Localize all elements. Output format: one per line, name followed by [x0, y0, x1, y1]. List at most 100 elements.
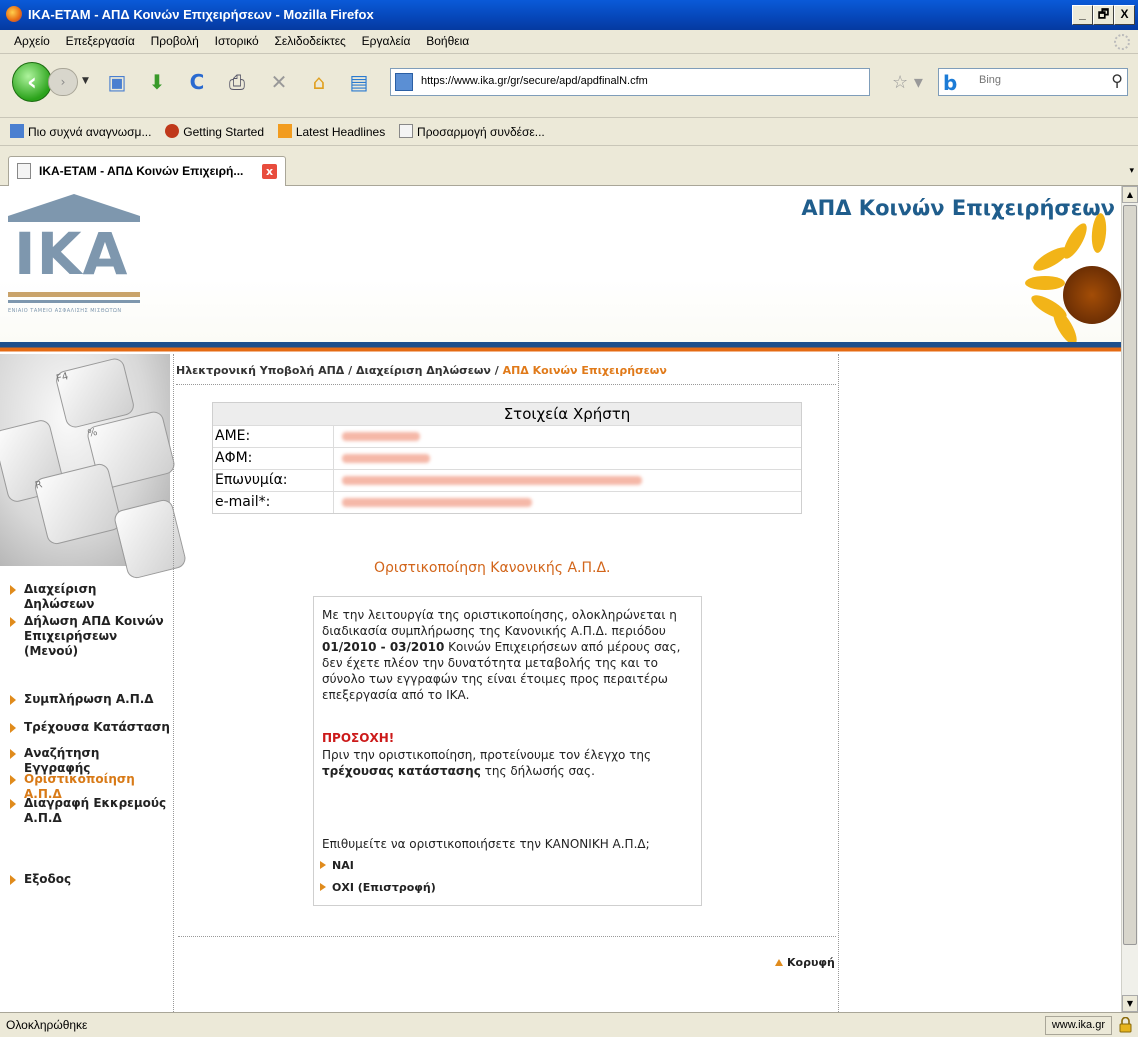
- status-text: Ολοκληρώθηκε: [6, 1018, 88, 1032]
- logo-caption: ΕΝΙΑΙΟ ΤΑΜΕΙΟ ΑΣΦΑΛΙΣΗΣ ΜΙΣΘΩΤΩΝ: [8, 308, 122, 314]
- keyboard-image: F4 % $ R: [0, 354, 188, 581]
- finalize-description: Με την λειτουργία της οριστικοποίησης, ο…: [322, 607, 700, 703]
- forward-button[interactable]: ›: [48, 68, 78, 96]
- search-engine-icon[interactable]: b: [943, 71, 957, 95]
- menu-file[interactable]: Αρχείο: [8, 30, 56, 48]
- url-text[interactable]: https://www.ika.gr/gr/secure/apd/apdfina…: [421, 75, 648, 87]
- tab-strip: ΙΚΑ-ΕΤΑΜ - ΑΠΔ Κοινών Επιχειρή... x ▾: [0, 146, 1138, 186]
- rss-folder-icon: [10, 124, 24, 138]
- sidebar-item-fill-apd[interactable]: Συμπλήρωση Α.Π.Δ: [10, 692, 170, 707]
- lock-icon[interactable]: [1119, 1017, 1132, 1033]
- confirm-yes-link[interactable]: ΝΑΙ: [320, 859, 354, 872]
- sidebar-item-label: Τρέχουσα Κατάσταση: [24, 720, 170, 734]
- user-info-row: e-mail*:: [213, 491, 801, 513]
- description-text: Με την λειτουργία της οριστικοποίησης, ο…: [322, 608, 677, 638]
- sidebar-item-manage-declarations[interactable]: Διαχείριση Δηλώσεων: [10, 582, 170, 612]
- user-info-row: Επωνυμία:: [213, 469, 801, 491]
- breadcrumb-separator: /: [490, 364, 503, 377]
- tab-close-icon[interactable]: x: [262, 164, 277, 179]
- sidebar: F4 % $ R Διαχείριση Δηλώσεων Δήλωση ΑΠΔ …: [0, 354, 188, 1012]
- finalize-title: Οριστικοποίηση Κανονικής Α.Π.Δ.: [374, 560, 611, 576]
- bookmark-star-icon[interactable]: ☆ ▾: [892, 72, 923, 93]
- logo-text: ΙΚΑ: [14, 220, 129, 288]
- sidebar-item-logout[interactable]: Εξοδος: [10, 872, 170, 887]
- bookmark-customize-links[interactable]: Προσαρμογή συνδέσε...: [399, 124, 545, 139]
- menu-view[interactable]: Προβολή: [145, 30, 205, 48]
- bullet-icon: [10, 775, 16, 785]
- field-label-ame: ΑΜΕ:: [215, 428, 251, 444]
- redacted-value: [342, 476, 642, 485]
- bookmark-most-visited[interactable]: Πιο συχνά αναγνωσμ...: [10, 124, 151, 139]
- forward-icon: ›: [60, 75, 66, 89]
- firefox-icon: [6, 6, 22, 22]
- field-value-ame: [333, 426, 801, 447]
- breadcrumb-separator: /: [344, 364, 357, 377]
- arrow-up-icon: [775, 959, 783, 966]
- user-info-row: ΑΜΕ:: [213, 425, 801, 447]
- minimize-button[interactable]: _: [1072, 5, 1093, 25]
- history-dropdown-icon[interactable]: ▼: [82, 76, 89, 86]
- confirm-no-link[interactable]: ΟΧΙ (Επιστροφή): [320, 881, 436, 894]
- stop-icon[interactable]: ✕: [266, 69, 292, 95]
- search-input[interactable]: [979, 74, 1089, 86]
- search-icon[interactable]: ⚲: [1111, 71, 1123, 90]
- site-identity-icon[interactable]: [395, 73, 413, 91]
- menu-tools[interactable]: Εργαλεία: [356, 30, 417, 48]
- navigation-toolbar: ‹ › ▼ ▣ ⬇ C ⎙ ✕ ⌂ ▤ https://www.ika.gr/g…: [0, 54, 1138, 118]
- close-button[interactable]: X: [1114, 5, 1135, 25]
- menu-edit[interactable]: Επεξεργασία: [60, 30, 141, 48]
- sidebar-item-label: Δήλωση ΑΠΔ Κοινών Επιχειρήσεων (Μενού): [24, 614, 164, 658]
- sidebar-item-current-status[interactable]: Τρέχουσα Κατάσταση: [10, 720, 170, 735]
- sidebar-item-apd-menu[interactable]: Δήλωση ΑΠΔ Κοινών Επιχειρήσεων (Μενού): [10, 614, 170, 659]
- confirm-no-label: ΟΧΙ (Επιστροφή): [332, 881, 436, 894]
- vertical-scrollbar[interactable]: ▲ ▼: [1121, 186, 1138, 1012]
- newtab-icon[interactable]: ▤: [346, 69, 372, 95]
- warning-title: ΠΡΟΣΟΧΗ!: [322, 731, 395, 745]
- sidebar-item-label: Εξοδος: [24, 872, 72, 886]
- window-titlebar: ΙΚΑ-ΕΤΑΜ - ΑΠΔ Κοινών Επιχειρήσεων - Moz…: [0, 0, 1138, 30]
- status-bar: Ολοκληρώθηκε www.ika.gr: [0, 1012, 1138, 1037]
- breadcrumb-link-manage[interactable]: Διαχείριση Δηλώσεων: [356, 364, 491, 377]
- home-icon[interactable]: ⌂: [306, 69, 332, 95]
- back-button[interactable]: ‹: [12, 62, 52, 102]
- breadcrumb-rule: [176, 384, 836, 385]
- scrollbar-thumb[interactable]: [1123, 205, 1137, 945]
- print-icon[interactable]: ⎙: [224, 69, 250, 95]
- address-bar[interactable]: https://www.ika.gr/gr/secure/apd/apdfina…: [390, 68, 870, 96]
- bookmark-getting-started[interactable]: Getting Started: [165, 124, 264, 139]
- warning-text-part: της δήλωσής σας.: [484, 764, 595, 778]
- status-domain[interactable]: www.ika.gr: [1044, 1016, 1112, 1035]
- bookmark-icon[interactable]: ▣: [104, 69, 130, 95]
- bullet-icon: [10, 875, 16, 885]
- scroll-down-icon[interactable]: ▼: [1122, 995, 1138, 1012]
- scroll-up-icon[interactable]: ▲: [1122, 186, 1138, 203]
- field-label-company: Επωνυμία:: [215, 472, 288, 488]
- redacted-value: [342, 454, 430, 463]
- ika-logo[interactable]: ΙΚΑ ΕΝΙΑΙΟ ΤΑΜΕΙΟ ΑΣΦΑΛΙΣΗΣ ΜΙΣΘΩΤΩΝ: [8, 194, 148, 334]
- search-bar[interactable]: b ⚲: [938, 68, 1128, 96]
- back-to-top-link[interactable]: Κορυφή: [775, 956, 835, 969]
- tab-ika[interactable]: ΙΚΑ-ΕΤΑΜ - ΑΠΔ Κοινών Επιχειρή... x: [8, 156, 286, 186]
- back-to-top-label: Κορυφή: [787, 956, 835, 969]
- menu-bookmarks[interactable]: Σελιδοδείκτες: [268, 30, 351, 48]
- logo-underbar: [8, 292, 140, 297]
- bullet-icon: [320, 861, 326, 869]
- menu-help[interactable]: Βοήθεια: [420, 30, 475, 48]
- bookmark-label: Προσαρμογή συνδέσε...: [417, 125, 545, 139]
- reload-icon[interactable]: C: [184, 69, 210, 95]
- breadcrumb-link-submission[interactable]: Ηλεκτρονική Υποβολή ΑΠΔ: [176, 364, 344, 377]
- tab-list-icon[interactable]: ▾: [1129, 166, 1134, 176]
- key-t: [112, 497, 188, 581]
- menu-bar: Αρχείο Επεξεργασία Προβολή Ιστορικό Σελι…: [0, 30, 1138, 54]
- sidebar-item-label: Διαγραφή Εκκρεμούς Α.Π.Δ: [24, 796, 167, 825]
- sidebar-item-delete-pending[interactable]: Διαγραφή Εκκρεμούς Α.Π.Δ: [10, 796, 170, 826]
- current-status-link[interactable]: τρέχουσας κατάστασης: [322, 764, 481, 778]
- back-icon: ‹: [27, 68, 37, 96]
- period-value: 01/2010 - 03/2010: [322, 640, 445, 654]
- field-value-email: [333, 492, 801, 513]
- menu-history[interactable]: Ιστορικό: [209, 30, 265, 48]
- maximize-button[interactable]: 🗗: [1093, 5, 1114, 25]
- bookmark-latest-headlines[interactable]: Latest Headlines: [277, 124, 385, 139]
- petal: [1025, 276, 1065, 290]
- download-icon[interactable]: ⬇: [144, 69, 170, 95]
